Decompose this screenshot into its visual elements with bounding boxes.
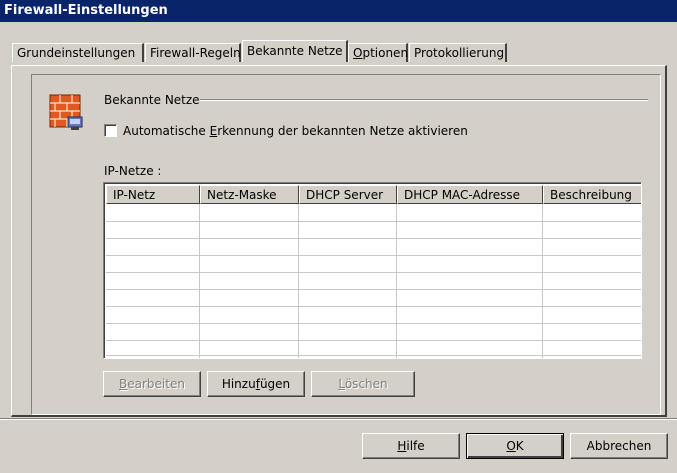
table-row (106, 272, 641, 273)
tab-protokollierung[interactable]: Protokollierung (409, 43, 507, 62)
table-column-divider (396, 204, 397, 358)
table-row (106, 323, 641, 324)
tab-firewall-regeln[interactable]: Firewall-Regeln (145, 43, 241, 62)
table-row (106, 221, 641, 222)
edit-button[interactable]: Bearbeiten (103, 371, 201, 397)
ip-netze-label: IP-Netze : (104, 164, 162, 178)
table-row (106, 255, 641, 256)
ip-netze-table[interactable]: IP-Netz Netz-Maske DHCP Server DHCP MAC-… (103, 182, 642, 359)
add-button[interactable]: Hinzufügen (207, 371, 305, 397)
column-ip-netz[interactable]: IP-Netz (106, 185, 200, 204)
edit-button-rest: earbeiten (127, 377, 185, 391)
auto-detect-checkbox[interactable] (104, 124, 117, 137)
column-dhcp-server[interactable]: DHCP Server (299, 185, 397, 204)
table-column-divider (199, 204, 200, 358)
help-button-rest: ilfe (406, 439, 425, 453)
tab-optionen-rest: ptionen (362, 46, 409, 60)
cancel-button[interactable]: Abbrechen (570, 433, 668, 459)
table-row (106, 238, 641, 239)
table-row (106, 306, 641, 307)
dialog-separator (0, 418, 677, 420)
add-button-pre: Hinzu (221, 377, 256, 391)
ok-button-rest: K (515, 439, 524, 453)
group-title: Bekannte Netze (104, 93, 200, 107)
column-dhcp-mac[interactable]: DHCP MAC-Adresse (397, 185, 543, 204)
tab-optionen[interactable]: Optionen (348, 43, 408, 62)
auto-detect-label-pre: Automatische (123, 124, 210, 138)
table-row (106, 289, 641, 290)
table-column-divider (298, 204, 299, 358)
column-netz-maske[interactable]: Netz-Maske (200, 185, 299, 204)
tab-grundeinstellungen[interactable]: Grundeinstellungen (12, 43, 144, 62)
tab-bekannte-netze[interactable]: Bekannte Netze (242, 40, 348, 62)
delete-button-rest: öschen (344, 377, 388, 391)
delete-button[interactable]: Löschen (311, 371, 415, 397)
table-row (106, 355, 641, 356)
auto-detect-label-post: rkennung der bekannten Netze aktivieren (217, 124, 468, 138)
table-column-divider (542, 204, 543, 358)
table-row (106, 340, 641, 341)
column-beschreibung[interactable]: Beschreibung (543, 185, 641, 204)
table-header: IP-Netz Netz-Maske DHCP Server DHCP MAC-… (106, 185, 641, 204)
add-button-post: ügen (259, 377, 291, 391)
firewall-wall-icon (49, 94, 83, 130)
auto-detect-label[interactable]: Automatische Erkennung der bekannten Net… (123, 124, 468, 138)
help-button[interactable]: Hilfe (362, 433, 460, 459)
window-title: Firewall-Einstellungen (0, 0, 677, 22)
ok-button[interactable]: OK (466, 433, 564, 459)
ok-button-key: O (506, 439, 516, 453)
group-divider (200, 99, 648, 101)
